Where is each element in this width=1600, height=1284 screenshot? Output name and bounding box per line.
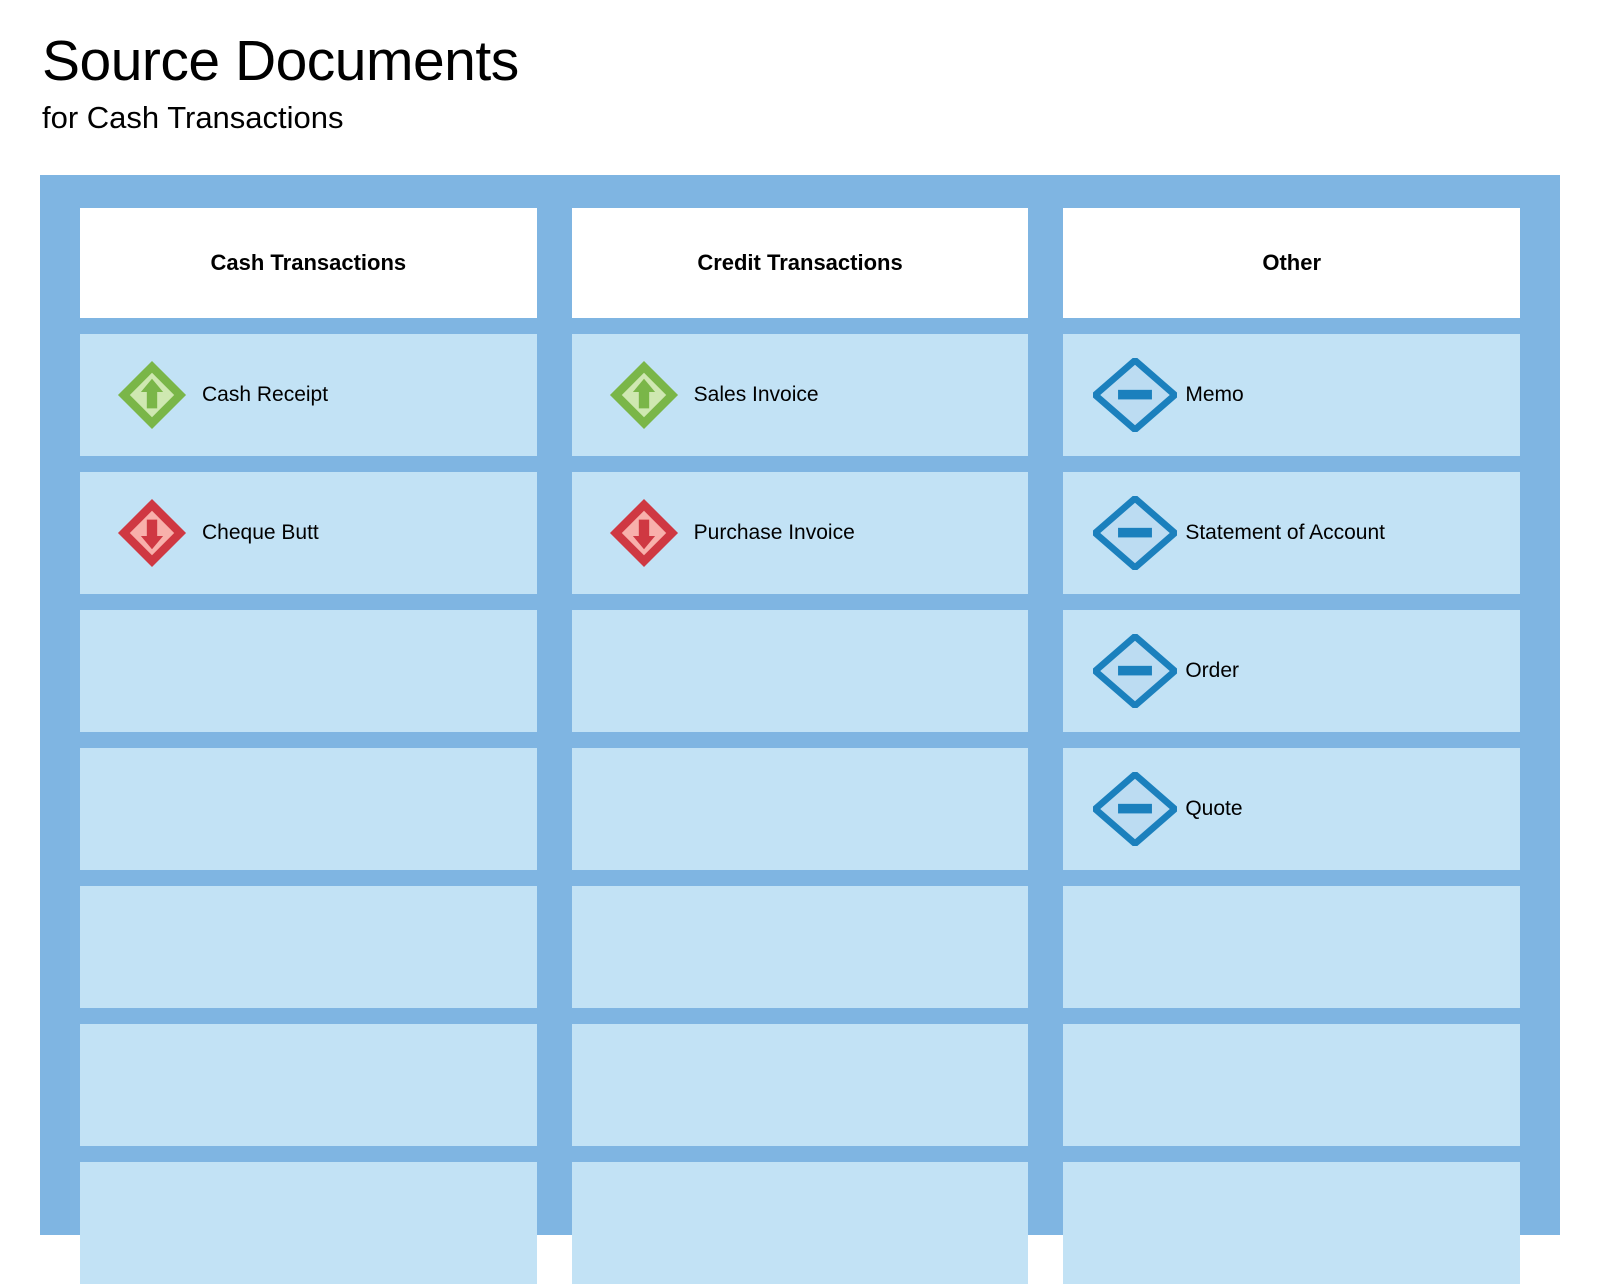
icon-slot (594, 496, 694, 570)
blue-minus-diamond-icon (1093, 772, 1177, 846)
blue-minus-diamond-icon (1093, 634, 1177, 708)
column-2: Credit Transactions Sales Invoice Purchase… (572, 208, 1029, 1198)
green-up-arrow-diamond-icon (115, 358, 189, 432)
icon-slot (594, 358, 694, 432)
green-up-arrow-diamond-icon (607, 358, 681, 432)
document-item[interactable]: Quote (1063, 748, 1520, 870)
document-item-label: Statement of Account (1185, 520, 1385, 546)
empty-slot (572, 1162, 1029, 1284)
empty-slot (1063, 1162, 1520, 1284)
icon-slot (1085, 772, 1185, 846)
empty-slot (1063, 1024, 1520, 1146)
document-item[interactable]: Cheque Butt (80, 472, 537, 594)
column-header-label: Credit Transactions (697, 250, 902, 276)
document-item-label: Purchase Invoice (694, 520, 855, 546)
empty-slot (1063, 886, 1520, 1008)
document-item[interactable]: Statement of Account (1063, 472, 1520, 594)
icon-slot (1085, 634, 1185, 708)
column-1: Cash Transactions Cash Receipt Cheque Butt (80, 208, 537, 1198)
icon-slot (1085, 358, 1185, 432)
column-header-label: Cash Transactions (211, 250, 407, 276)
empty-slot (80, 748, 537, 870)
slide-canvas: Source Documents for Cash Transactions C… (0, 0, 1600, 1277)
empty-slot (572, 748, 1029, 870)
document-item[interactable]: Purchase Invoice (572, 472, 1029, 594)
document-item-label: Sales Invoice (694, 382, 819, 408)
column-header-3: Other (1063, 208, 1520, 318)
icon-slot (102, 358, 202, 432)
page-title: Source Documents (42, 30, 1242, 92)
blue-minus-diamond-icon (1093, 496, 1177, 570)
empty-slot (572, 1024, 1029, 1146)
document-item[interactable]: Sales Invoice (572, 334, 1029, 456)
column-3: Other Memo Statement of Account Order Quote (1063, 208, 1520, 1198)
document-item-label: Order (1185, 658, 1239, 684)
icon-slot (1085, 496, 1185, 570)
empty-slot (80, 886, 537, 1008)
empty-slot (572, 886, 1029, 1008)
source-documents-board: Cash Transactions Cash Receipt Cheque Butt… (40, 175, 1560, 1235)
column-header-2: Credit Transactions (572, 208, 1029, 318)
heading-block: Source Documents for Cash Transactions (42, 30, 1242, 138)
page-subtitle: for Cash Transactions (42, 98, 1242, 138)
document-item-label: Quote (1185, 796, 1242, 822)
red-down-arrow-diamond-icon (607, 496, 681, 570)
empty-slot (80, 610, 537, 732)
document-item[interactable]: Cash Receipt (80, 334, 537, 456)
document-item[interactable]: Order (1063, 610, 1520, 732)
empty-slot (572, 610, 1029, 732)
document-item-label: Cash Receipt (202, 382, 328, 408)
blue-minus-diamond-icon (1093, 358, 1177, 432)
document-item[interactable]: Memo (1063, 334, 1520, 456)
document-item-label: Cheque Butt (202, 520, 319, 546)
column-header-1: Cash Transactions (80, 208, 537, 318)
icon-slot (102, 496, 202, 570)
column-header-label: Other (1262, 250, 1321, 276)
document-item-label: Memo (1185, 382, 1243, 408)
empty-slot (80, 1024, 537, 1146)
red-down-arrow-diamond-icon (115, 496, 189, 570)
empty-slot (80, 1162, 537, 1284)
